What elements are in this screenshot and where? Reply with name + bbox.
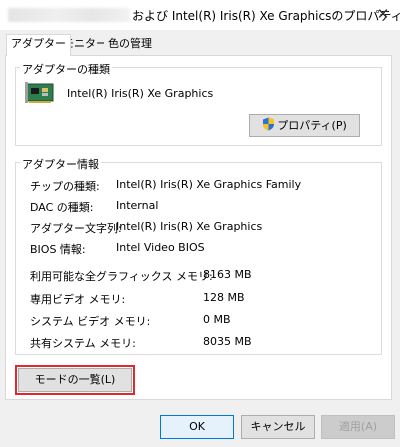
adapter-type-group-label: アダプターの種類 <box>20 61 112 77</box>
adapter-string-value: Intel(R) Iris(R) Xe Graphics <box>116 220 263 233</box>
bios-info-value: Intel Video BIOS <box>116 241 205 254</box>
adapter-string-label: アダプター文字列: <box>30 222 122 235</box>
adapter-name: Intel(R) Iris(R) Xe Graphics <box>67 87 214 100</box>
chip-type-label: チップの種類: <box>30 180 100 193</box>
shared-system-memory-value: 8035 MB <box>203 335 252 348</box>
title-bar: および Intel(R) Iris(R) Xe Graphicsのプロパティ ✕ <box>0 0 400 30</box>
close-button[interactable]: ✕ <box>372 4 394 24</box>
dac-type-label: DAC の種類: <box>30 201 94 214</box>
properties-button-label: プロパティ(P) <box>277 119 347 132</box>
properties-button[interactable]: プロパティ(P) <box>249 114 360 137</box>
apply-button[interactable]: 適用(A) <box>321 415 395 439</box>
system-video-memory-label: システム ビデオ メモリ: <box>30 315 151 328</box>
chip-type-value: Intel(R) Iris(R) Xe Graphics Family <box>116 178 302 191</box>
display-adapter-icon <box>25 82 54 103</box>
title-redacted-region <box>8 8 130 22</box>
dac-type-value: Internal <box>116 199 159 212</box>
uac-shield-icon <box>263 117 275 131</box>
window-title: および Intel(R) Iris(R) Xe Graphicsのプロパティ <box>132 9 400 23</box>
dedicated-video-memory-label: 専用ビデオ メモリ: <box>30 293 126 306</box>
system-video-memory-value: 0 MB <box>203 313 231 326</box>
total-graphics-memory-value: 8163 MB <box>203 268 252 281</box>
tab-color-management[interactable]: 色の管理 <box>104 36 156 54</box>
ok-button[interactable]: OK <box>160 415 234 439</box>
dedicated-video-memory-value: 128 MB <box>203 291 245 304</box>
cancel-button[interactable]: キャンセル <box>241 415 315 439</box>
total-graphics-memory-label: 利用可能な全グラフィックス メモリ: <box>30 270 213 283</box>
shared-system-memory-label: 共有システム メモリ: <box>30 337 136 350</box>
tab-adapter[interactable]: アダプター <box>6 34 71 56</box>
bios-info-label: BIOS 情報: <box>30 243 86 256</box>
adapter-info-group-label: アダプター情報 <box>20 156 101 172</box>
highlight-box <box>15 365 135 395</box>
